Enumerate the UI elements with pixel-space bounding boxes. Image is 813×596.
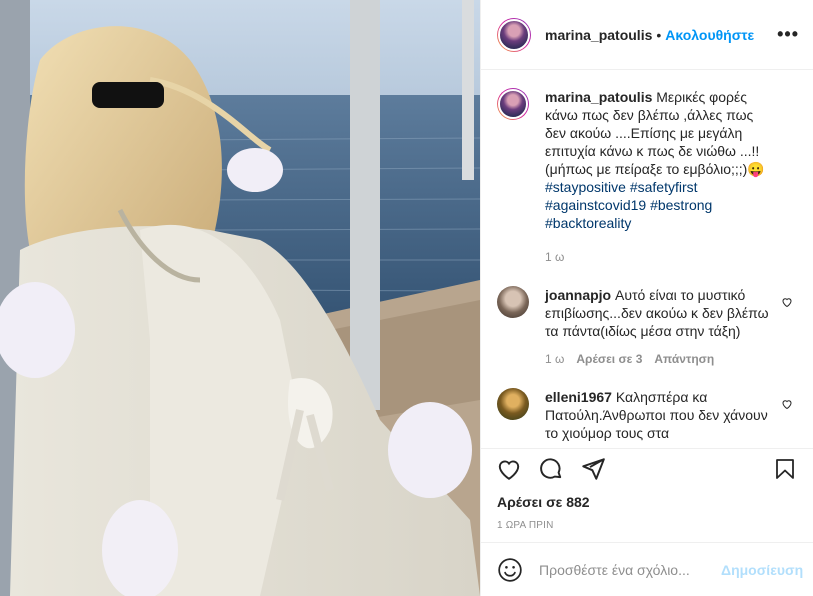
hashtag-link[interactable]: #againstcovid19 bbox=[545, 197, 646, 213]
hashtag-link[interactable]: #bestrong bbox=[650, 197, 712, 213]
share-paper-plane-icon[interactable] bbox=[579, 455, 607, 483]
commenter-username[interactable]: joannapjo bbox=[545, 287, 611, 303]
separator-dot: • bbox=[656, 26, 662, 43]
comment-input[interactable] bbox=[537, 560, 721, 579]
author-username[interactable]: marina_patoulis bbox=[545, 27, 652, 43]
comment-meta: 1 ω Αρέσει σε 3 Απάντηση bbox=[545, 352, 775, 366]
action-bar bbox=[481, 448, 813, 488]
post-comment-button[interactable]: Δημοσίευση bbox=[721, 562, 803, 578]
likes-count[interactable]: Αρέσει σε 882 bbox=[497, 494, 590, 510]
bookmark-icon[interactable] bbox=[771, 455, 799, 483]
add-comment-bar: Δημοσίευση bbox=[481, 542, 813, 596]
post-header: marina_patoulis • Ακολουθήστε ••• bbox=[481, 0, 813, 70]
author-avatar[interactable] bbox=[497, 17, 531, 52]
caption-username[interactable]: marina_patoulis bbox=[545, 89, 652, 105]
commenter-avatar[interactable] bbox=[497, 286, 529, 318]
post-photo-image bbox=[0, 0, 480, 596]
comment-bubble-icon[interactable] bbox=[537, 455, 565, 483]
comment-body: joannapjo Αυτό είναι το μυστικό επιβίωση… bbox=[545, 286, 775, 340]
hashtag-link[interactable]: #safetyfirst bbox=[630, 179, 698, 195]
commenter-username[interactable]: elleni1967 bbox=[545, 389, 612, 405]
comment-item: joannapjo Αυτό είναι το μυστικό επιβίωση… bbox=[497, 286, 797, 366]
caption-age[interactable]: 1 ω bbox=[545, 250, 564, 264]
comment-likes[interactable]: Αρέσει σε 3 bbox=[576, 352, 642, 366]
heart-icon[interactable] bbox=[781, 296, 793, 311]
heart-icon[interactable] bbox=[781, 398, 793, 413]
commenter-avatar[interactable] bbox=[497, 388, 529, 420]
caption-body: marina_patoulis Μερικές φορές κάνω πως δ… bbox=[545, 88, 775, 232]
comment-body: elleni1967 Καλησπέρα κα Πατούλη.Άνθρωποι… bbox=[545, 388, 775, 442]
caption-avatar[interactable] bbox=[497, 88, 529, 120]
post-sidebar: marina_patoulis • Ακολουθήστε ••• marina… bbox=[480, 0, 813, 596]
comment-item: elleni1967 Καλησπέρα κα Πατούλη.Άνθρωποι… bbox=[497, 388, 797, 442]
post-timestamp[interactable]: 1 ΩΡΑ ΠΡΙΝ bbox=[497, 520, 554, 531]
emoji-icon[interactable] bbox=[497, 557, 523, 583]
caption-meta: 1 ω bbox=[545, 250, 775, 264]
like-heart-icon[interactable] bbox=[495, 455, 523, 483]
follow-button[interactable]: Ακολουθήστε bbox=[665, 27, 754, 43]
post-photo[interactable] bbox=[0, 0, 480, 596]
hashtag-link[interactable]: #backtoreality bbox=[545, 215, 631, 231]
comments-list[interactable]: marina_patoulis Μερικές φορές κάνω πως δ… bbox=[481, 70, 813, 448]
comment-age[interactable]: 1 ω bbox=[545, 352, 564, 366]
instagram-post-modal: marina_patoulis • Ακολουθήστε ••• marina… bbox=[0, 0, 813, 596]
hashtag-link[interactable]: #staypositive bbox=[545, 179, 626, 195]
reply-button[interactable]: Απάντηση bbox=[654, 352, 714, 366]
caption: marina_patoulis Μερικές φορές κάνω πως δ… bbox=[497, 88, 797, 264]
more-options-icon[interactable]: ••• bbox=[777, 24, 799, 45]
